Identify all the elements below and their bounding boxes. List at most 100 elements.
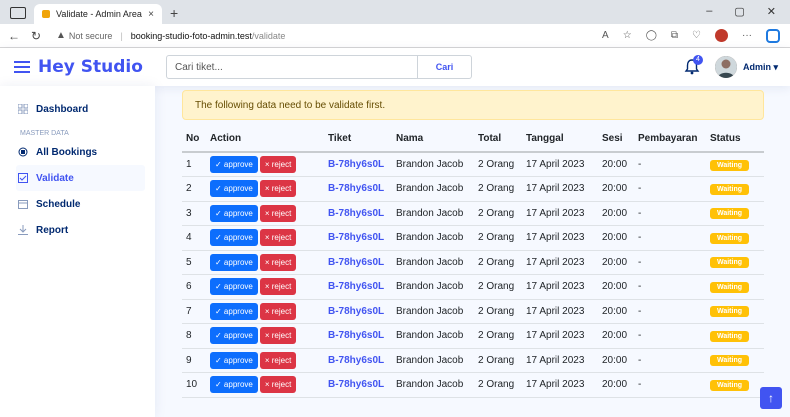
- status-cell: Waiting: [706, 372, 764, 398]
- approve-button[interactable]: ✓ approve: [210, 156, 258, 173]
- customer-name: Brandon Jacob: [392, 299, 474, 324]
- status-cell: Waiting: [706, 348, 764, 373]
- avatar[interactable]: [714, 56, 737, 78]
- total-people: 2 Orang: [474, 274, 522, 300]
- ticket-code[interactable]: B-78hy6s0L: [324, 250, 392, 275]
- search-form: Cari: [166, 55, 472, 79]
- col-header: Sesi: [598, 126, 634, 153]
- col-header: Tiket: [324, 126, 392, 153]
- total-people: 2 Orang: [474, 299, 522, 324]
- reject-button[interactable]: × reject: [259, 253, 297, 271]
- status-badge: Waiting: [710, 306, 750, 318]
- reject-button[interactable]: × reject: [259, 302, 297, 320]
- approve-button[interactable]: ✓ approve: [210, 351, 258, 369]
- sidebar-item-validate[interactable]: Validate: [16, 165, 145, 191]
- ticket-code[interactable]: B-78hy6s0L: [324, 201, 392, 226]
- approve-button[interactable]: ✓ approve: [210, 180, 258, 198]
- validate-table: No Action Tiket Nama Total Tanggal Sesi …: [182, 126, 764, 398]
- row-number: 5: [182, 250, 206, 275]
- collections-icon[interactable]: ⧉: [671, 30, 678, 41]
- browser-tab[interactable]: Validate - Admin Area ×: [34, 4, 162, 24]
- booking-date: 17 April 2023: [522, 299, 598, 324]
- ticket-code[interactable]: B-78hy6s0L: [324, 348, 392, 373]
- extensions-icon[interactable]: ♡: [692, 30, 701, 41]
- maximize-icon[interactable]: ▢: [734, 5, 744, 18]
- reject-button[interactable]: × reject: [259, 351, 297, 369]
- booking-date: 17 April 2023: [522, 323, 598, 349]
- notification-bell-icon[interactable]: 4: [683, 55, 703, 76]
- sidebar-item-report[interactable]: Report: [18, 217, 145, 243]
- status-badge: Waiting: [710, 281, 750, 293]
- back-to-top-button[interactable]: ↑: [760, 387, 782, 409]
- grid-icon: [17, 103, 29, 115]
- search-input[interactable]: [166, 55, 418, 79]
- search-button[interactable]: Cari: [418, 55, 472, 79]
- reject-button[interactable]: × reject: [259, 229, 297, 247]
- menu-toggle-icon[interactable]: [14, 58, 30, 76]
- sidebar-item-schedule[interactable]: Schedule: [18, 191, 145, 217]
- reject-button[interactable]: × reject: [259, 327, 297, 345]
- session-time: 20:00: [598, 348, 634, 373]
- session-time: 20:00: [598, 323, 634, 349]
- approve-button[interactable]: ✓ approve: [210, 327, 258, 345]
- tab-actions-icon[interactable]: [10, 7, 26, 19]
- favicon-icon: [42, 10, 50, 18]
- window-close-icon[interactable]: ✕: [767, 5, 776, 18]
- ticket-code[interactable]: B-78hy6s0L: [324, 274, 392, 300]
- approve-button[interactable]: ✓ approve: [210, 278, 258, 296]
- new-tab-icon[interactable]: +: [170, 5, 178, 21]
- more-icon[interactable]: ···: [742, 30, 752, 41]
- table-row: 9 ✓ approve × reject B-78hy6s0L Brandon Jaco…: [182, 348, 764, 373]
- row-actions: ✓ approve × reject: [206, 372, 324, 398]
- ticket-code[interactable]: B-78hy6s0L: [324, 176, 392, 202]
- read-aloud-icon[interactable]: A: [602, 30, 609, 41]
- minimize-icon[interactable]: –: [706, 5, 712, 18]
- table-row: 10 ✓ approve × reject B-78hy6s0L Brandon Jac…: [182, 372, 764, 398]
- reject-button[interactable]: × reject: [259, 376, 297, 394]
- main-content: The following data need to be validate f…: [170, 86, 790, 417]
- approve-button[interactable]: ✓ approve: [210, 302, 258, 320]
- ticket-code[interactable]: B-78hy6s0L: [324, 372, 392, 398]
- booking-date: 17 April 2023: [522, 274, 598, 300]
- tab-close-icon[interactable]: ×: [148, 9, 154, 20]
- profile-icon[interactable]: [715, 29, 728, 42]
- reject-button[interactable]: × reject: [259, 180, 297, 198]
- payment-info: -: [634, 176, 706, 202]
- favorites-icon[interactable]: ☆: [623, 30, 632, 41]
- ticket-code[interactable]: B-78hy6s0L: [324, 323, 392, 349]
- approve-button[interactable]: ✓ approve: [210, 204, 258, 222]
- url-field[interactable]: ▲ Not secure | booking-studio-foto-admin…: [56, 30, 285, 41]
- sidebar-item-all-bookings[interactable]: All Bookings: [18, 139, 145, 165]
- session-time: 20:00: [598, 250, 634, 275]
- notification-badge: 4: [692, 55, 703, 65]
- ticket-code[interactable]: B-78hy6s0L: [324, 299, 392, 324]
- approve-button[interactable]: ✓ approve: [210, 229, 258, 247]
- back-icon[interactable]: ←: [6, 29, 22, 43]
- user-menu[interactable]: Admin ▾: [743, 62, 778, 73]
- reject-button[interactable]: × reject: [259, 156, 297, 173]
- ticket-code[interactable]: B-78hy6s0L: [324, 225, 392, 251]
- refresh-extension-icon[interactable]: ◯: [646, 30, 657, 41]
- row-number: 8: [182, 323, 206, 349]
- approve-button[interactable]: ✓ approve: [210, 376, 258, 394]
- approve-button[interactable]: ✓ approve: [210, 253, 258, 271]
- edge-sidebar-icon[interactable]: [766, 28, 780, 43]
- session-time: 20:00: [598, 201, 634, 226]
- reject-button[interactable]: × reject: [259, 204, 297, 222]
- payment-info: -: [634, 274, 706, 300]
- ticket-code[interactable]: B-78hy6s0L: [324, 152, 392, 177]
- table-row: 8 ✓ approve × reject B-78hy6s0L Brandon Jaco…: [182, 323, 764, 349]
- session-time: 20:00: [598, 176, 634, 202]
- table-row: 4 ✓ approve × reject B-78hy6s0L Brandon Jaco…: [182, 225, 764, 251]
- sidebar-item-label: Report: [36, 224, 69, 236]
- sidebar-item-dashboard[interactable]: Dashboard: [17, 96, 145, 122]
- brand-logo[interactable]: Hey Studio: [38, 57, 143, 77]
- col-header: Action: [206, 126, 324, 153]
- reject-button[interactable]: × reject: [259, 278, 297, 296]
- payment-info: -: [634, 299, 706, 324]
- customer-name: Brandon Jacob: [392, 201, 474, 226]
- validate-alert: The following data need to be validate f…: [182, 90, 764, 120]
- status-cell: Waiting: [706, 152, 764, 177]
- row-actions: ✓ approve × reject: [206, 152, 324, 177]
- reload-icon[interactable]: ↻: [28, 29, 44, 43]
